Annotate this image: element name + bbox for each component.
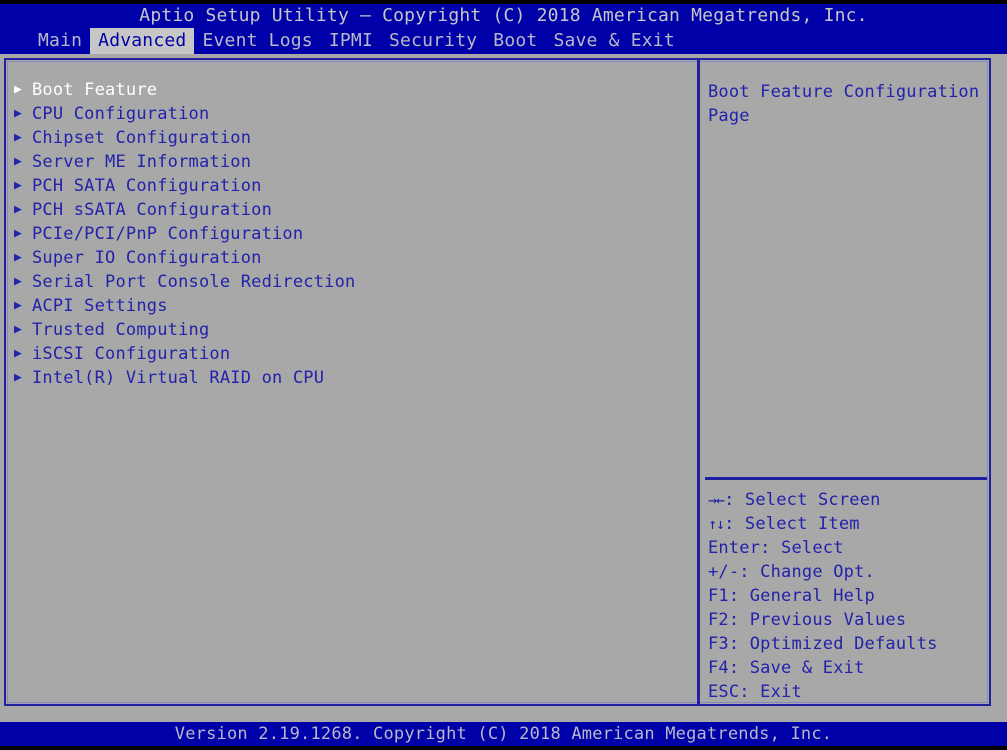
- key-legend-row: Enter: Select: [708, 536, 986, 560]
- settings-item-trusted-computing[interactable]: ▶ Trusted Computing: [10, 318, 690, 342]
- submenu-triangle-icon: ▶: [13, 346, 23, 361]
- menu-bar: Main Advanced Event Logs IPMI Security Boot Sa…: [0, 28, 1007, 54]
- tab-advanced[interactable]: Advanced: [90, 28, 195, 54]
- tab-ipmi[interactable]: IPMI: [321, 28, 381, 54]
- help-divider-horizontal: [705, 477, 987, 480]
- key-legend-row: F4: Save & Exit: [708, 656, 986, 680]
- settings-item-pch-ssata-configuration[interactable]: ▶ PCH sSATA Configuration: [10, 198, 690, 222]
- submenu-triangle-icon: ▶: [13, 82, 23, 97]
- key-legend-row: →←: Select Screen: [708, 488, 986, 512]
- settings-item-pch-sata-configuration[interactable]: ▶ PCH SATA Configuration: [10, 174, 690, 198]
- submenu-triangle-icon: ▶: [13, 130, 23, 145]
- settings-item-label: PCIe/PCI/PnP Configuration: [32, 224, 304, 244]
- key-legend-label: +/-: Change Opt.: [708, 562, 875, 582]
- page-title: Aptio Setup Utility – Copyright (C) 2018…: [0, 4, 1007, 28]
- arrow-keys-icon: ↑↓: [708, 515, 725, 533]
- key-legend-label: F3: Optimized Defaults: [708, 634, 938, 654]
- settings-item-label: Intel(R) Virtual RAID on CPU: [32, 368, 325, 388]
- bios-setup-screen: Aptio Setup Utility – Copyright (C) 2018…: [0, 0, 1007, 750]
- settings-item-label: PCH sSATA Configuration: [32, 200, 273, 220]
- arrow-keys-icon: →←: [708, 491, 725, 509]
- key-legend-row: F1: General Help: [708, 584, 986, 608]
- settings-item-chipset-configuration[interactable]: ▶ Chipset Configuration: [10, 126, 690, 150]
- settings-list-panel: ▶ Boot Feature ▶ CPU Configuration ▶ Chipset …: [6, 58, 696, 706]
- key-legend-list: →←: Select Screen ↑↓: Select Item Enter: S…: [708, 488, 986, 704]
- settings-item-serial-port-console-redirection[interactable]: ▶ Serial Port Console Redirection: [10, 270, 690, 294]
- key-legend-row: ESC: Exit: [708, 680, 986, 704]
- bottom-edge: [0, 746, 1007, 750]
- footer-gray-strip: [0, 710, 1007, 722]
- key-legend-row: ↑↓: Select Item: [708, 512, 986, 536]
- settings-item-label: Serial Port Console Redirection: [32, 272, 356, 292]
- panel-divider-vertical: [697, 58, 700, 706]
- tab-main[interactable]: Main: [30, 28, 90, 54]
- settings-item-acpi-settings[interactable]: ▶ ACPI Settings: [10, 294, 690, 318]
- key-legend-row: F2: Previous Values: [708, 608, 986, 632]
- settings-item-label: Server ME Information: [32, 152, 252, 172]
- submenu-triangle-icon: ▶: [13, 178, 23, 193]
- settings-item-label: Chipset Configuration: [32, 128, 252, 148]
- submenu-triangle-icon: ▶: [13, 106, 23, 121]
- key-legend-label: : Select Screen: [724, 490, 881, 510]
- footer-version: Version 2.19.1268. Copyright (C) 2018 Am…: [0, 722, 1007, 746]
- settings-item-cpu-configuration[interactable]: ▶ CPU Configuration: [10, 102, 690, 126]
- key-legend-label: : Select Item: [724, 514, 860, 534]
- tab-event-logs[interactable]: Event Logs: [194, 28, 320, 54]
- submenu-triangle-icon: ▶: [13, 226, 23, 241]
- submenu-triangle-icon: ▶: [13, 154, 23, 169]
- settings-item-intel-r-virtual-raid-on-cpu[interactable]: ▶ Intel(R) Virtual RAID on CPU: [10, 366, 690, 390]
- submenu-triangle-icon: ▶: [13, 298, 23, 313]
- settings-item-boot-feature[interactable]: ▶ Boot Feature: [10, 78, 690, 102]
- settings-item-label: ACPI Settings: [32, 296, 168, 316]
- tab-save-exit[interactable]: Save & Exit: [545, 28, 682, 54]
- help-panel: Boot Feature Configuration Page →←: Sele…: [703, 58, 987, 706]
- settings-item-server-me-information[interactable]: ▶ Server ME Information: [10, 150, 690, 174]
- tab-security[interactable]: Security: [381, 28, 485, 54]
- key-legend-label: F1: General Help: [708, 586, 875, 606]
- settings-item-label: Super IO Configuration: [32, 248, 262, 268]
- settings-item-label: CPU Configuration: [32, 104, 210, 124]
- settings-item-super-io-configuration[interactable]: ▶ Super IO Configuration: [10, 246, 690, 270]
- submenu-triangle-icon: ▶: [13, 370, 23, 385]
- settings-item-pcie-pci-pnp-configuration[interactable]: ▶ PCIe/PCI/PnP Configuration: [10, 222, 690, 246]
- submenu-triangle-icon: ▶: [13, 250, 23, 265]
- settings-item-label: Trusted Computing: [32, 320, 210, 340]
- tab-boot[interactable]: Boot: [485, 28, 545, 54]
- key-legend-label: F4: Save & Exit: [708, 658, 865, 678]
- settings-item-label: Boot Feature: [32, 80, 158, 100]
- key-legend-label: F2: Previous Values: [708, 610, 907, 630]
- key-legend-row: F3: Optimized Defaults: [708, 632, 986, 656]
- settings-item-iscsi-configuration[interactable]: ▶ iSCSI Configuration: [10, 342, 690, 366]
- submenu-triangle-icon: ▶: [13, 202, 23, 217]
- settings-menu-list: ▶ Boot Feature ▶ CPU Configuration ▶ Chipset …: [10, 78, 690, 390]
- submenu-triangle-icon: ▶: [13, 322, 23, 337]
- key-legend-row: +/-: Change Opt.: [708, 560, 986, 584]
- settings-item-label: PCH SATA Configuration: [32, 176, 262, 196]
- help-description: Boot Feature Configuration Page: [708, 82, 990, 126]
- key-legend-label: Enter: Select: [708, 538, 844, 558]
- settings-item-label: iSCSI Configuration: [32, 344, 231, 364]
- key-legend-label: ESC: Exit: [708, 682, 802, 702]
- submenu-triangle-icon: ▶: [13, 274, 23, 289]
